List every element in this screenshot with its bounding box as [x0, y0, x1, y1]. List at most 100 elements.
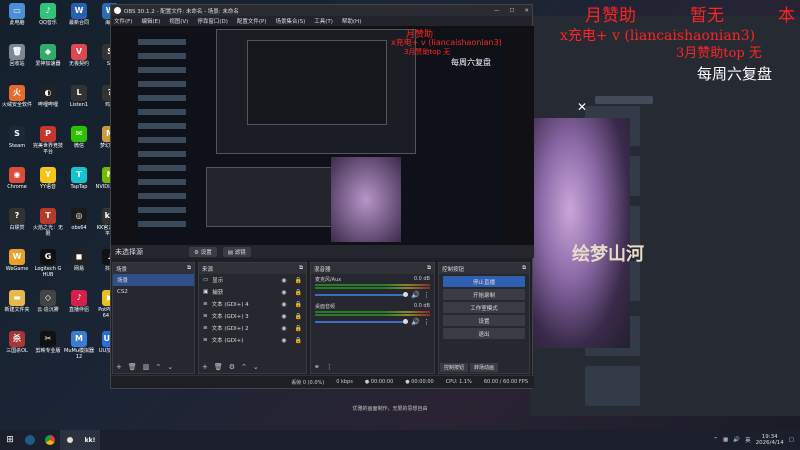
more-icon[interactable]: ⋮: [326, 363, 333, 371]
desktop-icon[interactable]: ◉ Chrome: [2, 167, 32, 190]
desktop-icon[interactable]: ◎ obs64: [64, 208, 94, 231]
desktop-icon[interactable]: M MuMu模拟器12: [64, 331, 94, 360]
desktop-icon[interactable]: ◐ 哔哩哔哩: [33, 85, 63, 108]
filters-button[interactable]: ▤ 滤镜: [222, 246, 251, 257]
desktop-icon[interactable]: L Listen1: [64, 85, 94, 108]
obs-preview[interactable]: 月赞助 x充电+ v (liancaishaonian3) 3月赞助top 无 …: [111, 26, 534, 245]
lock-icon[interactable]: 🔒: [295, 337, 302, 344]
lock-icon[interactable]: 🔒: [295, 313, 302, 320]
volume-icon[interactable]: 🔊: [733, 437, 740, 443]
add-icon[interactable]: +: [202, 363, 208, 371]
menu-scene-collection[interactable]: 场景集合(S): [275, 17, 305, 25]
stop-streaming-button[interactable]: 停止直播: [443, 276, 525, 287]
menu-view[interactable]: 视图(V): [169, 17, 188, 25]
desktop-icon[interactable]: W 最新合同: [64, 3, 94, 26]
desktop-icon[interactable]: ◼ 网易: [64, 249, 94, 272]
down-icon[interactable]: ⌄: [253, 363, 259, 371]
eye-icon[interactable]: ◉: [281, 313, 286, 320]
desktop-icon[interactable]: P 完美世界竞技平台: [33, 126, 63, 155]
eye-icon[interactable]: ◉: [281, 289, 286, 296]
source-item[interactable]: ≡ 文本 (GDI+) 2 ◉ 🔒: [199, 322, 306, 334]
filter-icon[interactable]: ▥: [143, 363, 150, 371]
tab-transitions[interactable]: 转场动画: [470, 363, 499, 372]
properties-button[interactable]: ⚙ 设置: [189, 246, 217, 257]
browser-button[interactable]: [595, 96, 653, 104]
speaker-icon[interactable]: 🔊: [411, 291, 420, 299]
menu-file[interactable]: 文件(F): [114, 17, 132, 25]
up-icon[interactable]: ⌃: [155, 363, 161, 371]
dock-float-icon[interactable]: ⧉: [522, 265, 526, 272]
minimize-icon[interactable]: —: [494, 8, 500, 14]
desktop-icon[interactable]: T TapTap: [64, 167, 94, 190]
volume-slider[interactable]: [315, 292, 409, 297]
desktop-icon[interactable]: ♪ QQ音乐: [33, 3, 63, 26]
obs-window[interactable]: OBS 30.1.2 - 配置文件: 未命名 - 场景: 未命名 — ☐ ✕ 文…: [110, 4, 534, 389]
desktop-icon[interactable]: ? 白嫖赏: [2, 208, 32, 231]
tab-controls[interactable]: 控制按钮: [440, 363, 469, 372]
dock-float-icon[interactable]: ⧉: [427, 265, 431, 272]
gear-icon[interactable]: ⚙: [229, 363, 235, 371]
clock[interactable]: 19:34 2026/4/14: [756, 434, 784, 446]
desktop-icon[interactable]: ✉ 微信: [64, 126, 94, 149]
menu-tools[interactable]: 工具(T): [314, 17, 333, 25]
trash-icon[interactable]: 🗑: [128, 363, 137, 371]
modal-close-icon[interactable]: ✕: [577, 100, 587, 114]
dock-float-icon[interactable]: ⧉: [299, 265, 303, 272]
desktop-icon[interactable]: Y YY语音: [33, 167, 63, 190]
volume-slider[interactable]: [315, 319, 409, 324]
trash-icon[interactable]: 🗑: [214, 363, 223, 371]
start-button[interactable]: ⊞: [0, 430, 20, 450]
desktop-icon[interactable]: ▬ 新建文件夹: [2, 290, 32, 313]
taskbar-kk[interactable]: kk!: [80, 430, 100, 450]
link-icon[interactable]: ⚭: [314, 363, 320, 371]
notification-icon[interactable]: ▢: [789, 437, 794, 443]
lock-icon[interactable]: 🔒: [295, 277, 302, 284]
desktop-icon[interactable]: 🗑 回收站: [2, 44, 32, 67]
exit-button[interactable]: 退出: [443, 328, 525, 339]
lock-icon[interactable]: 🔒: [295, 289, 302, 296]
source-item[interactable]: ≡ 文本 (GDI+) ◉ 🔒: [199, 334, 306, 346]
menu-help[interactable]: 帮助(H): [342, 17, 361, 25]
scene-item[interactable]: CS2: [113, 286, 194, 298]
menu-edit[interactable]: 编辑(E): [141, 17, 160, 25]
desktop-icon[interactable]: ✂ 剪映专业版: [33, 331, 63, 354]
eye-icon[interactable]: ◉: [281, 337, 286, 344]
taskbar-chrome[interactable]: [40, 430, 60, 450]
desktop-icon[interactable]: W WeGame: [2, 249, 32, 272]
down-icon[interactable]: ⌄: [167, 363, 173, 371]
start-recording-button[interactable]: 开始录制: [443, 289, 525, 300]
desktop-icon[interactable]: S Steam: [2, 126, 32, 149]
desktop-icon[interactable]: ◆ 爱神加速器: [33, 44, 63, 67]
source-item[interactable]: ≡ 文本 (GDI+) 3 ◉ 🔒: [199, 310, 306, 322]
close-icon[interactable]: ✕: [524, 8, 529, 14]
desktop-icon[interactable]: 杀三国杀OL: [2, 331, 32, 354]
menu-profile[interactable]: 配置文件(P): [237, 17, 267, 25]
add-icon[interactable]: +: [116, 363, 122, 371]
maximize-icon[interactable]: ☐: [509, 8, 514, 14]
source-item[interactable]: ≡ 文本 (GDI+) 4 ◉ 🔒: [199, 298, 306, 310]
eye-icon[interactable]: ◉: [281, 277, 286, 284]
studio-mode-button[interactable]: 工作室模式: [443, 302, 525, 313]
up-icon[interactable]: ⌃: [241, 363, 247, 371]
browser-card[interactable]: [585, 366, 640, 406]
desktop-icon[interactable]: ♪ 直播伴侣: [64, 290, 94, 313]
source-item[interactable]: ▣ 捕获 ◉ 🔒: [199, 286, 306, 298]
eye-icon[interactable]: ◉: [281, 325, 286, 332]
speaker-icon[interactable]: 🔊: [411, 318, 420, 326]
lock-icon[interactable]: 🔒: [295, 301, 302, 308]
desktop-icon[interactable]: G Logitech G HUB: [33, 249, 63, 278]
taskbar-steam[interactable]: [20, 430, 40, 450]
language-indicator[interactable]: 英: [745, 436, 751, 444]
taskbar-obs[interactable]: [60, 430, 80, 450]
eye-icon[interactable]: ◉: [281, 301, 286, 308]
desktop-icon[interactable]: ◇ 云·造沉雾: [33, 290, 63, 313]
dock-float-icon[interactable]: ⧉: [187, 265, 191, 272]
tray-arrow-icon[interactable]: ⌃: [713, 437, 718, 443]
settings-button[interactable]: 设置: [443, 315, 525, 326]
more-icon[interactable]: ⋮: [423, 318, 430, 326]
scene-item[interactable]: 场景: [113, 274, 194, 286]
desktop-icon[interactable]: V 无畏契约: [64, 44, 94, 67]
menu-docks[interactable]: 停靠窗口(D): [197, 17, 228, 25]
desktop-icon[interactable]: 火火绒安全软件: [2, 85, 32, 108]
desktop-icon[interactable]: T 火焰之光：无限: [33, 208, 63, 237]
